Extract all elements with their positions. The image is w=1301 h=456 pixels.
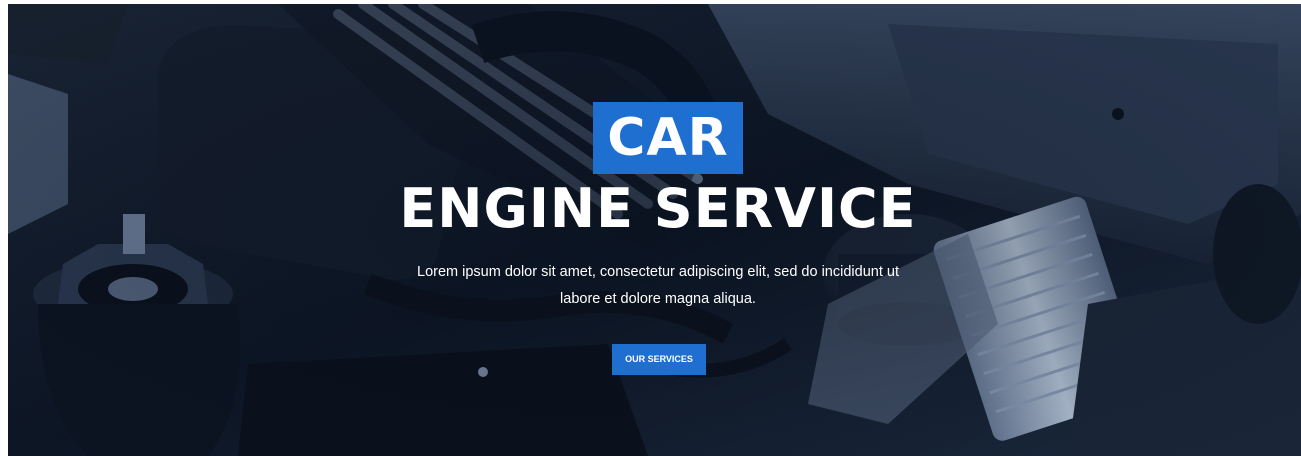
hero-content: CAR ENGINE SERVICE Lorem ipsum dolor sit… bbox=[8, 4, 1301, 456]
hero-banner: CAR ENGINE SERVICE Lorem ipsum dolor sit… bbox=[8, 4, 1301, 456]
hero-title: ENGINE SERVICE bbox=[399, 177, 917, 240]
our-services-button[interactable]: OUR SERVICES bbox=[612, 344, 706, 375]
hero-subtitle: Lorem ipsum dolor sit amet, consectetur … bbox=[417, 264, 899, 307]
hero-title-highlight: CAR bbox=[593, 102, 743, 174]
